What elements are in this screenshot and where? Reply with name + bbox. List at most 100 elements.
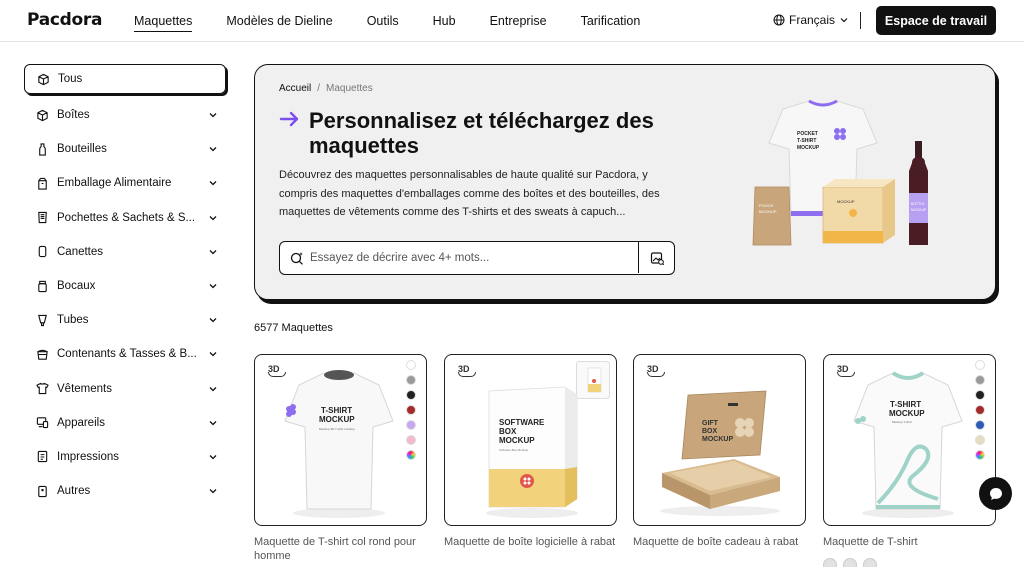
chevron-down-icon[interactable] — [208, 418, 218, 431]
sidebar-item-label: Pochettes & Sachets & S... — [57, 211, 196, 224]
sidebar-item-label: Tous — [58, 73, 83, 85]
nav-tools[interactable]: Outils — [367, 13, 399, 32]
chevron-down-icon[interactable] — [208, 281, 218, 294]
mockup-card-tshirt[interactable]: 3D T-SHIRT MOCKUP Mockup T-shirt — [823, 354, 996, 526]
hero-box-mockup: MOCKUP — [822, 179, 895, 244]
color-swatch[interactable] — [975, 405, 985, 415]
chevron-down-icon[interactable] — [208, 452, 218, 465]
nav-hub[interactable]: Hub — [433, 13, 456, 32]
sidebar-item-appareils[interactable]: Appareils — [24, 406, 226, 440]
software-box-mockup-image: SOFTWARE BOX MOCKUP Software Box Mockup — [486, 386, 578, 518]
chevron-down-icon — [840, 18, 848, 23]
nav-dieline-templates[interactable]: Modèles de Dieline — [226, 13, 332, 32]
card-art-line-1: T-SHIRT — [890, 400, 921, 409]
sidebar-item-contenants-tasses-b[interactable]: Contenants & Tasses & B... — [24, 337, 226, 371]
card-title[interactable]: Maquette de boîte cadeau à rabat — [633, 535, 808, 549]
chevron-down-icon[interactable] — [208, 110, 218, 123]
color-swatch[interactable] — [975, 390, 985, 400]
chat-support-button[interactable] — [979, 477, 1012, 510]
color-swatch[interactable] — [406, 360, 416, 370]
tshirt-mockup-image: T-SHIRT MOCKUP Mockup 3D T-shirt mockup — [284, 370, 394, 518]
sidebar-item-label: Tubes — [57, 314, 89, 327]
card-title[interactable]: Maquette de T-shirt — [823, 535, 998, 549]
sidebar-item-bouteilles[interactable]: Bouteilles — [24, 132, 226, 166]
hero-mockup-illustration: POCKET T-SHIRT MOCKUP POUCH MOCKUP MOCKU… — [752, 99, 928, 246]
chat-bubble-icon — [989, 487, 1002, 500]
color-swatch[interactable] — [406, 375, 416, 385]
sidebar-item-pochettes-sachets-s[interactable]: Pochettes & Sachets & S... — [24, 201, 226, 235]
mockup-card-tshirt-round-neck[interactable]: 3D T-SHIRT MOCKUP Mockup 3D T-shirt mock… — [254, 354, 427, 526]
color-swatch[interactable] — [975, 435, 985, 445]
sidebar-item-boîtes[interactable]: Boîtes — [24, 98, 226, 132]
sidebar-item-vêtements[interactable]: Vêtements — [24, 372, 226, 406]
chevron-down-icon[interactable] — [208, 213, 218, 226]
sidebar-item-tous[interactable]: Tous — [24, 64, 226, 94]
breadcrumb-home[interactable]: Accueil — [279, 83, 311, 94]
card-art-line-2: MOCKUP — [889, 409, 925, 418]
nav-pricing[interactable]: Tarification — [581, 13, 641, 32]
sidebar-item-bocaux[interactable]: Bocaux — [24, 269, 226, 303]
hero-shirt-line-1: POCKET — [797, 131, 818, 137]
color-swatch[interactable] — [406, 450, 416, 460]
card-art-line-3: MOCKUP — [499, 436, 535, 445]
3d-badge: 3D — [647, 364, 665, 377]
main-nav: Maquettes Modèles de Dieline Outils Hub … — [134, 13, 674, 32]
breadcrumb: Accueil / Maquettes — [279, 83, 373, 94]
hero-shirt-line-2: T-SHIRT — [797, 138, 816, 144]
sidebar-item-canettes[interactable]: Canettes — [24, 235, 226, 269]
card-art-subtitle: Mockup 3D T-shirt mockup — [319, 427, 355, 431]
chevron-down-icon[interactable] — [208, 178, 218, 191]
nav-maquettes[interactable]: Maquettes — [134, 13, 193, 32]
breadcrumb-separator: / — [317, 83, 321, 94]
box-icon — [35, 108, 49, 122]
card-art-line-1: SOFTWARE — [499, 418, 545, 427]
box-icon — [36, 72, 50, 86]
hero-banner: Accueil / Maquettes Personnalisez et tél… — [254, 64, 996, 300]
card-title[interactable]: Maquette de T-shirt col rond pour homme — [254, 535, 429, 563]
color-swatches — [975, 360, 985, 460]
chevron-down-icon[interactable] — [208, 144, 218, 157]
mockup-card-gift-box[interactable]: 3D GIFT BOX MOCKUP — [633, 354, 806, 526]
chevron-down-icon[interactable] — [208, 486, 218, 499]
nav-enterprise[interactable]: Entreprise — [490, 13, 547, 32]
image-search-button[interactable] — [638, 242, 674, 273]
color-swatch[interactable] — [406, 405, 416, 415]
color-swatch[interactable] — [975, 360, 985, 370]
sidebar-item-label: Canettes — [57, 245, 104, 258]
chevron-down-icon[interactable] — [208, 349, 218, 362]
sidebar-item-emballage-alimentaire[interactable]: Emballage Alimentaire — [24, 166, 226, 200]
card-art-subtitle: Mockup T-shirt — [892, 420, 912, 424]
mockup-card-software-box[interactable]: 3D SOFTWARE BOX MOCKUP Software Box Mock… — [444, 354, 617, 526]
gift-box-mockup-image: GIFT BOX MOCKUP — [660, 390, 780, 516]
color-swatch[interactable] — [975, 420, 985, 430]
color-swatch[interactable] — [406, 420, 416, 430]
color-swatch[interactable] — [975, 450, 985, 460]
tube-icon — [35, 313, 49, 327]
color-swatch[interactable] — [406, 435, 416, 445]
sidebar-item-autres[interactable]: Autres — [24, 474, 226, 508]
bowl-icon — [35, 347, 49, 361]
tshirt-mockup-image: T-SHIRT MOCKUP Mockup T-shirt — [853, 371, 963, 518]
chevron-down-icon[interactable] — [208, 384, 218, 397]
can-icon — [35, 245, 49, 259]
chevron-down-icon[interactable] — [208, 247, 218, 260]
hero-pouch-line-2: MOCKUP — [759, 209, 777, 214]
pacdora-logo[interactable]: Pacdora — [27, 10, 102, 30]
arrow-right-icon — [279, 111, 299, 127]
color-swatch[interactable] — [975, 375, 985, 385]
sidebar-item-tubes[interactable]: Tubes — [24, 303, 226, 337]
search-input[interactable] — [310, 250, 630, 266]
card-art-line-2: BOX — [499, 427, 517, 436]
sidebar-item-impressions[interactable]: Impressions — [24, 440, 226, 474]
sidebar-item-label: Appareils — [57, 416, 105, 429]
hero-bottle-line-1: BOTTLE — [911, 202, 925, 206]
globe-icon — [773, 14, 785, 26]
sidebar-item-label: Contenants & Tasses & B... — [57, 348, 197, 361]
language-selector[interactable]: Français — [773, 13, 849, 27]
hero-box-text: MOCKUP — [837, 199, 855, 204]
card-title[interactable]: Maquette de boîte logicielle à rabat — [444, 535, 619, 549]
chevron-down-icon[interactable] — [208, 315, 218, 328]
hero-shirt-line-3: MOCKUP — [797, 145, 820, 151]
workspace-button[interactable]: Espace de travail — [876, 6, 996, 35]
color-swatch[interactable] — [406, 390, 416, 400]
